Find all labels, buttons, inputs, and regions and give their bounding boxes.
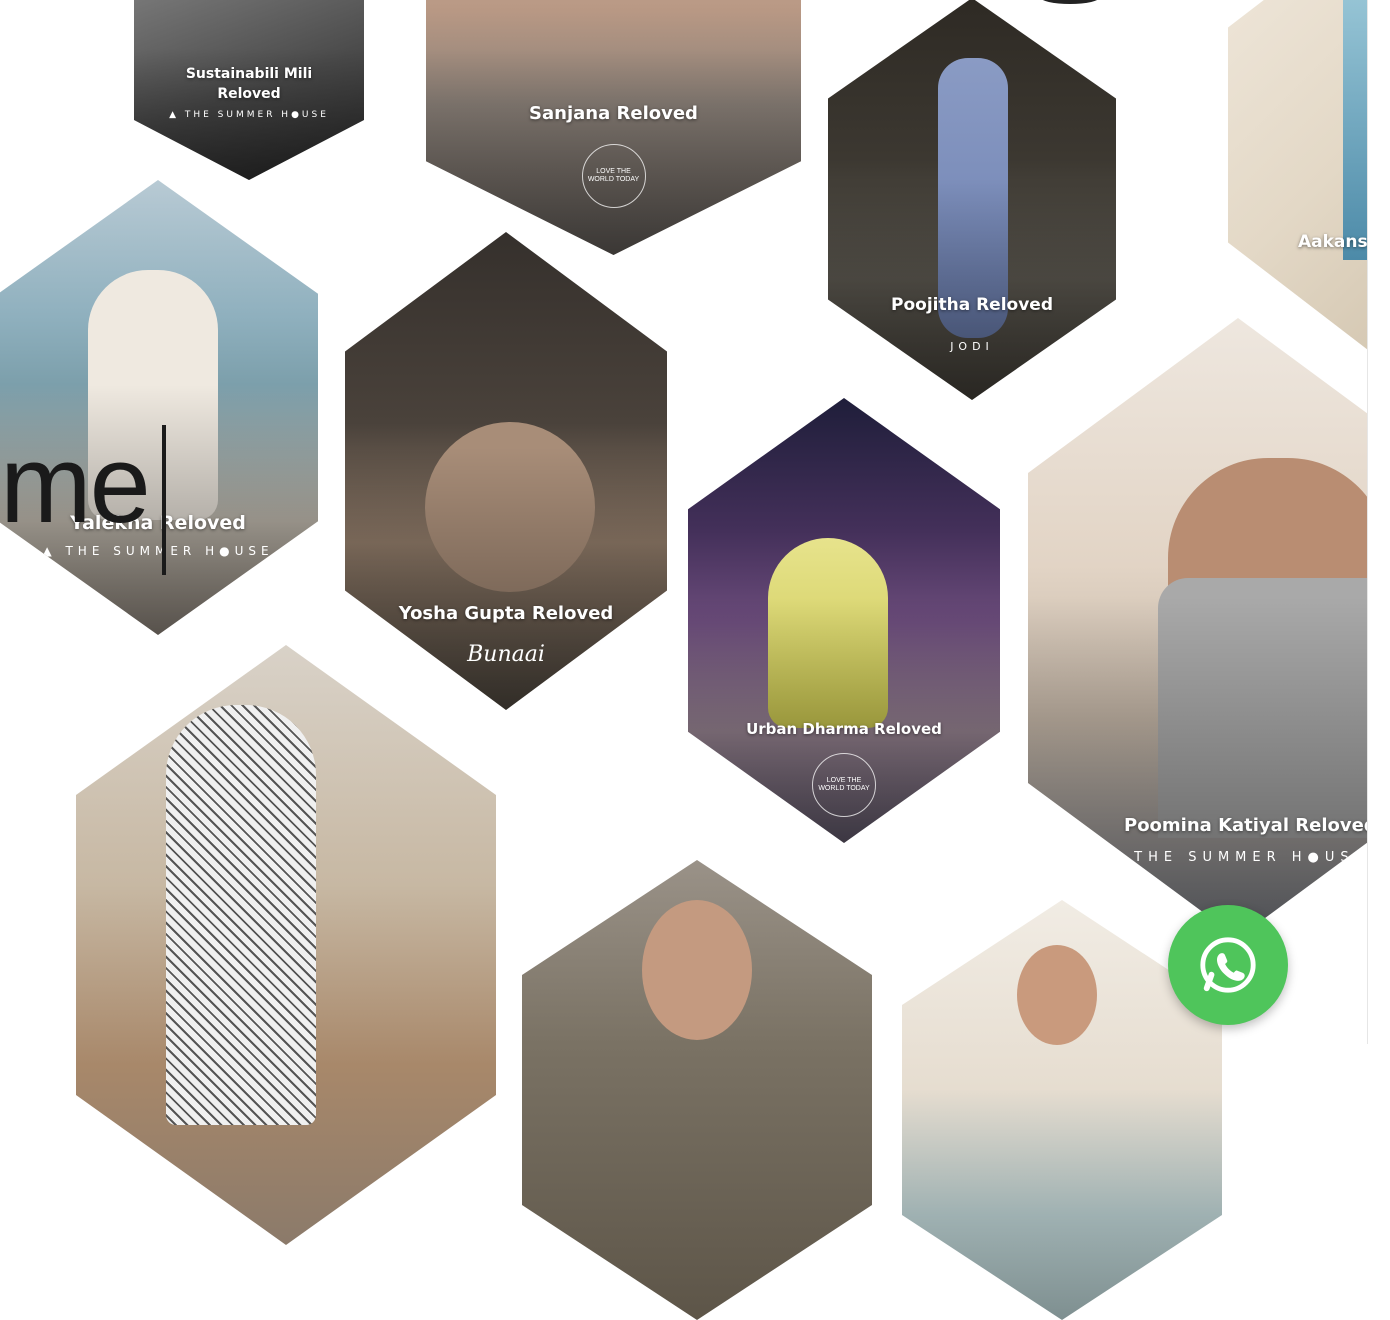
stamp-logo: LOVE THE WORLD TODAY [581, 144, 646, 208]
decorative-dot [1040, 0, 1100, 4]
card-aakans[interactable]: Aakans [1228, 0, 1390, 350]
text-cursor [162, 425, 166, 575]
card-caption: Yosha Gupta Reloved [398, 603, 614, 624]
card-poomina-katiyal[interactable]: Poomina Katiyal Reloved ▲ THE SUMMER H●U… [1028, 318, 1390, 938]
card-urban-dharma[interactable]: Urban Dharma Reloved LOVE THE WORLD TODA… [688, 398, 1000, 843]
card-caption: Aakans [1298, 232, 1368, 252]
brand-logo: ▲ THE SUMMER H●USE [42, 544, 274, 558]
card-caption: Poomina Katiyal Reloved [1124, 815, 1377, 836]
card-caption: Sanjana Reloved [529, 103, 698, 124]
whatsapp-button[interactable] [1168, 905, 1288, 1025]
card-glasses[interactable] [522, 860, 872, 1320]
card-yalekha[interactable]: Yalekha Reloved ▲ THE SUMMER H●USE [0, 180, 318, 635]
stamp-logo: LOVE THE WORLD TODAY [812, 753, 876, 817]
card-caption: Yalekha Reloved [70, 512, 246, 534]
card-caption: Urban Dharma Reloved [746, 720, 942, 738]
brand-logo: JODI [950, 340, 994, 353]
card-bookshelf[interactable] [76, 645, 496, 1245]
brand-logo: Bunaai [467, 642, 545, 667]
brand-logo: ▲ THE SUMMER H●USE [169, 110, 329, 120]
whatsapp-icon [1200, 937, 1256, 993]
card-sanjana[interactable]: Sanjana Reloved LOVE THE WORLD TODAY [426, 0, 801, 255]
page-scrollbar-edge [1367, 0, 1390, 1044]
card-caption: Poojitha Reloved [891, 295, 1053, 315]
card-poojitha[interactable]: Poojitha Reloved JODI [828, 0, 1116, 400]
brand-logo: ▲ THE SUMMER H●USE [1108, 850, 1369, 865]
card-caption: Sustainabili Mili Reloved [185, 66, 313, 102]
card-yosha-gupta[interactable]: Yosha Gupta Reloved Bunaai [345, 232, 667, 710]
card-sustainabili-mili[interactable]: Sustainabili Mili Reloved ▲ THE SUMMER H… [134, 0, 364, 180]
